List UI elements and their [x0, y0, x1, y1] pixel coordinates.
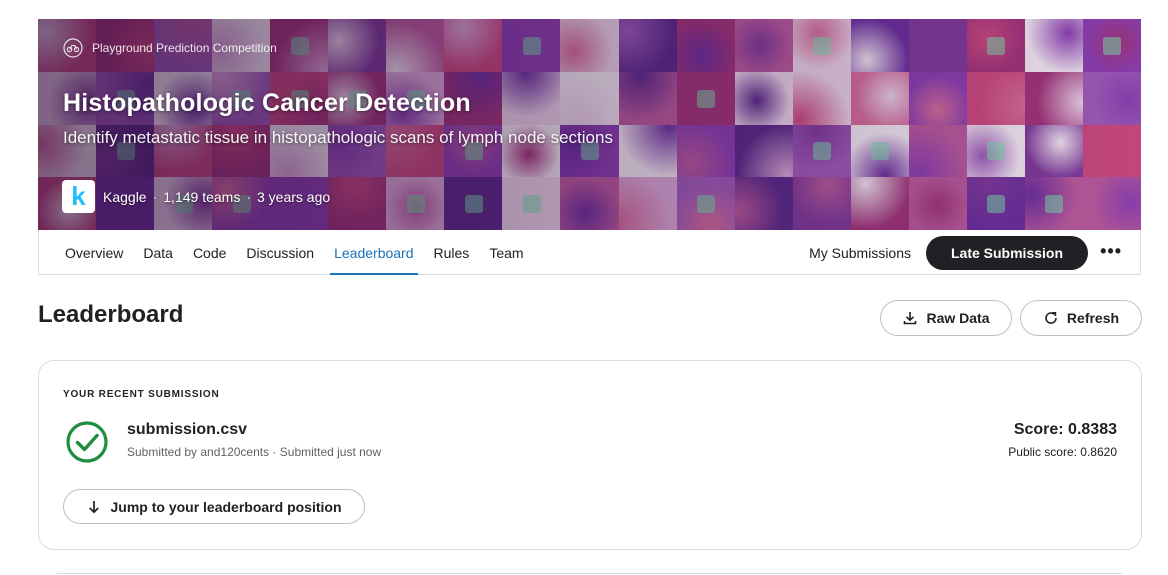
refresh-button[interactable]: Refresh	[1020, 300, 1142, 336]
host-info: k Kaggle · 1,149 teams · 3 years ago	[62, 180, 330, 213]
submission-meta: Submitted by and120cents · Submitted jus…	[127, 445, 382, 459]
late-submission-button[interactable]: Late Submission	[926, 236, 1088, 270]
tab-code[interactable]: Code	[193, 230, 226, 275]
separator: ·	[152, 188, 158, 205]
tab-overview[interactable]: Overview	[65, 230, 123, 275]
jump-to-position-button[interactable]: Jump to your leaderboard position	[63, 489, 365, 524]
my-submissions-link[interactable]: My Submissions	[809, 230, 911, 276]
tab-rules[interactable]: Rules	[434, 230, 470, 275]
host-name[interactable]: Kaggle	[103, 189, 147, 205]
public-score: Public score: 0.8620	[1008, 445, 1117, 459]
competition-subtitle: Identify metastatic tissue in histopatho…	[63, 128, 613, 147]
competition-type-label: Playground Prediction Competition	[92, 41, 277, 55]
refresh-label: Refresh	[1066, 310, 1120, 326]
competition-age: 3 years ago	[257, 188, 331, 205]
playground-icon	[63, 38, 83, 58]
raw-data-label: Raw Data	[926, 310, 990, 326]
recent-submission-card: YOUR RECENT SUBMISSION submission.csv Su…	[38, 360, 1142, 550]
raw-data-button[interactable]: Raw Data	[880, 300, 1012, 336]
competition-nav: Overview Data Code Discussion Leaderboar…	[38, 230, 1141, 275]
tab-list: Overview Data Code Discussion Leaderboar…	[65, 230, 544, 275]
divider	[57, 573, 1122, 574]
download-icon	[904, 312, 917, 325]
tab-leaderboard[interactable]: Leaderboard	[330, 230, 418, 275]
jump-button-label: Jump to your leaderboard position	[110, 498, 342, 515]
submission-score: Score: 0.8383	[1013, 421, 1117, 438]
competition-type: Playground Prediction Competition	[63, 38, 277, 58]
separator: ·	[246, 188, 251, 205]
arrow-down-icon	[89, 500, 100, 513]
team-count: 1,149 teams	[163, 188, 241, 205]
refresh-icon	[1045, 312, 1057, 324]
check-circle-icon	[66, 421, 108, 463]
competition-banner: Playground Prediction Competition Histop…	[38, 19, 1141, 230]
tab-discussion[interactable]: Discussion	[246, 230, 314, 275]
tab-data[interactable]: Data	[143, 230, 173, 275]
submission-file-name: submission.csv	[127, 421, 248, 438]
competition-title: Histopathologic Cancer Detection	[63, 89, 471, 117]
card-heading: YOUR RECENT SUBMISSION	[63, 389, 220, 400]
more-options-icon[interactable]: •••	[1100, 241, 1122, 261]
kaggle-logo[interactable]: k	[62, 180, 95, 213]
tab-team[interactable]: Team	[489, 230, 523, 275]
page-title: Leaderboard	[38, 301, 184, 328]
